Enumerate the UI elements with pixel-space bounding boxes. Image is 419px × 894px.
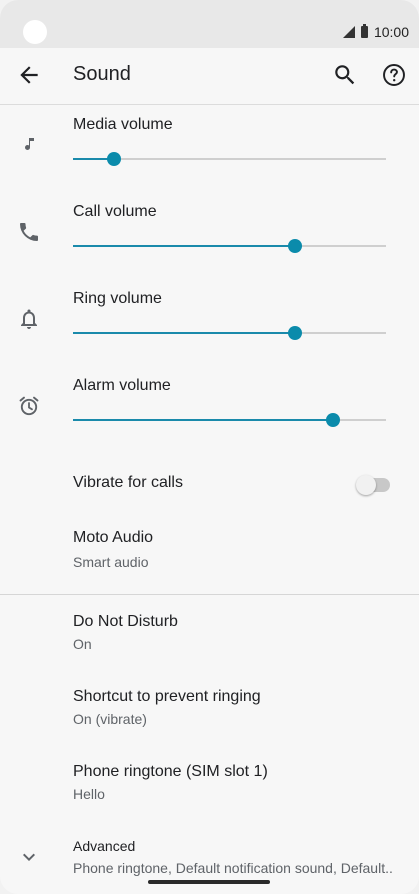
slider-fill: [73, 245, 296, 247]
advanced-title: Advanced: [73, 838, 136, 854]
toggle-knob: [356, 475, 376, 495]
settings-list: Media volume Call volume Ring volume Ala…: [0, 104, 419, 890]
ring-volume-label: Ring volume: [73, 290, 162, 307]
prevent-ringing-subtitle: On (vibrate): [73, 711, 147, 727]
alarm-volume-row: Alarm volume: [0, 365, 419, 452]
phone-ringtone-subtitle: Hello: [73, 786, 105, 802]
moto-audio-title: Moto Audio: [73, 529, 154, 546]
phone-icon: [20, 223, 38, 241]
alarm-volume-slider[interactable]: [73, 413, 386, 427]
ring-volume-slider[interactable]: [73, 326, 386, 340]
do-not-disturb-row[interactable]: Do Not Disturb On: [0, 595, 419, 670]
advanced-subtitle: Phone ringtone, Default notification sou…: [73, 860, 393, 876]
status-icons: 10:00: [342, 22, 409, 42]
slider-fill: [73, 332, 296, 334]
slider-thumb[interactable]: [288, 239, 303, 253]
media-volume-row: Media volume: [0, 104, 419, 191]
prevent-ringing-title: Shortcut to prevent ringing: [73, 688, 261, 705]
app-bar: Sound: [0, 48, 419, 105]
search-icon[interactable]: [332, 62, 358, 88]
phone-ringtone-row[interactable]: Phone ringtone (SIM slot 1) Hello: [0, 745, 419, 820]
bell-icon: [21, 309, 37, 329]
ring-volume-row: Ring volume: [0, 278, 419, 365]
slider-thumb[interactable]: [288, 326, 303, 340]
camera-cutout: [23, 20, 47, 44]
media-volume-label: Media volume: [73, 116, 173, 133]
status-bar: 10:00: [0, 0, 419, 48]
vibrate-for-calls-row[interactable]: Vibrate for calls: [0, 452, 419, 516]
call-volume-slider[interactable]: [73, 239, 386, 253]
gesture-nav-handle[interactable]: [148, 880, 270, 884]
call-volume-row: Call volume: [0, 191, 419, 278]
phone-screen: 10:00 Sound Media volume Call volume Rin…: [0, 0, 419, 894]
battery-icon: [360, 24, 368, 38]
alarm-icon: [19, 396, 39, 416]
do-not-disturb-subtitle: On: [73, 636, 92, 652]
do-not-disturb-title: Do Not Disturb: [73, 613, 178, 630]
slider-fill: [73, 419, 333, 421]
status-time: 10:00: [373, 24, 409, 40]
arrow-back-icon[interactable]: [16, 62, 42, 88]
media-volume-slider[interactable]: [73, 152, 386, 166]
signal-icon: [342, 26, 355, 38]
slider-thumb[interactable]: [106, 152, 121, 166]
prevent-ringing-row[interactable]: Shortcut to prevent ringing On (vibrate): [0, 670, 419, 745]
vibrate-for-calls-label: Vibrate for calls: [73, 474, 183, 491]
slider-thumb[interactable]: [325, 413, 340, 427]
phone-ringtone-title: Phone ringtone (SIM slot 1): [73, 763, 268, 780]
chevron-down-icon: [23, 853, 35, 861]
moto-audio-row[interactable]: Moto Audio Smart audio: [0, 516, 419, 594]
music-note-icon: [25, 138, 34, 150]
alarm-volume-label: Alarm volume: [73, 377, 171, 394]
call-volume-label: Call volume: [73, 203, 157, 220]
help-icon[interactable]: [381, 62, 407, 88]
vibrate-toggle[interactable]: [356, 475, 390, 495]
page-title: Sound: [73, 63, 131, 85]
moto-audio-subtitle: Smart audio: [73, 554, 149, 570]
